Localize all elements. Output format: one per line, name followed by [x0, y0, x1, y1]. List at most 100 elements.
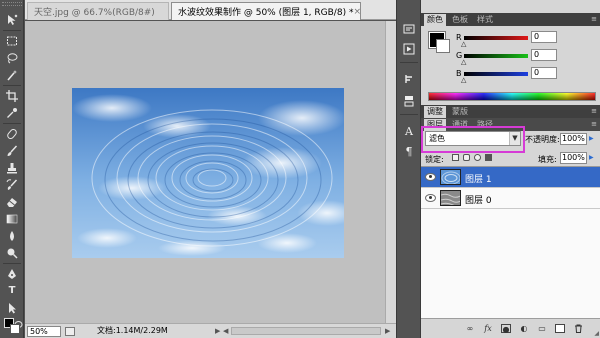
crop-icon[interactable]: [3, 88, 21, 103]
dodge-icon[interactable]: [3, 245, 21, 260]
color-panel-tabs: 颜色 色板 样式 ≡: [421, 13, 600, 26]
panel-dock: A ¶: [396, 0, 421, 338]
document-image[interactable]: [72, 88, 344, 258]
link-layers-icon[interactable]: ∞: [465, 324, 475, 333]
adjustments-tabs: 调整 蒙版 ≡: [421, 105, 600, 118]
new-layer-icon[interactable]: [555, 324, 565, 333]
history-brush-icon[interactable]: [3, 177, 21, 192]
dock-separator: [400, 62, 418, 63]
canvas-area[interactable]: [25, 21, 385, 323]
horizontal-scrollbar[interactable]: [231, 327, 381, 335]
channel-value-r[interactable]: 0: [531, 31, 557, 43]
layer-row-1[interactable]: 图层 1: [421, 167, 600, 188]
lock-position-icon[interactable]: [474, 154, 481, 161]
type-icon[interactable]: T: [3, 283, 21, 298]
gradient-icon[interactable]: [3, 211, 21, 226]
scroll-right-icon[interactable]: ▶: [385, 327, 390, 335]
background-color-swatch[interactable]: [436, 39, 450, 53]
panel-menu-icon[interactable]: ≡: [591, 107, 597, 115]
tab-color[interactable]: 颜色: [424, 14, 446, 26]
character-icon[interactable]: A: [401, 124, 417, 138]
slider-thumb-icon[interactable]: △: [461, 58, 466, 66]
close-icon[interactable]: ×: [353, 7, 361, 17]
actions-play-icon[interactable]: [401, 42, 417, 56]
status-arrow-icon[interactable]: ▶: [215, 327, 220, 335]
eye-icon[interactable]: [425, 194, 436, 202]
history-icon[interactable]: [401, 22, 417, 36]
slider-thumb-icon[interactable]: △: [461, 76, 466, 84]
lock-image-icon[interactable]: [463, 154, 470, 161]
lock-label: 锁定:: [425, 155, 444, 164]
delete-layer-icon[interactable]: [573, 324, 583, 333]
slider-thumb-icon[interactable]: △: [461, 40, 466, 48]
paragraph-icon[interactable]: ¶: [401, 144, 417, 158]
layer-name: 图层 1: [465, 175, 492, 185]
blur-icon[interactable]: [3, 228, 21, 243]
slider-r[interactable]: [464, 36, 528, 40]
lasso-icon[interactable]: [3, 50, 21, 65]
pen-icon[interactable]: [3, 266, 21, 281]
brush-icon[interactable]: [3, 143, 21, 158]
document-info: 文档:1.14M/2.29M: [97, 326, 168, 335]
tool-presets-icon[interactable]: [401, 94, 417, 108]
tool-separator: [3, 263, 21, 264]
lock-transparent-icon[interactable]: [452, 154, 459, 161]
document-tab-bar: 天空.jpg @ 66.7%(RGB/8#) 水波纹效果制作 @ 50% (图层…: [25, 0, 396, 20]
rect-marquee-icon[interactable]: [3, 33, 21, 48]
opacity-label: 不透明度:: [525, 135, 560, 144]
highlight-box: [421, 126, 525, 153]
color-spectrum-bar[interactable]: [428, 92, 596, 101]
move-icon[interactable]: [3, 12, 21, 27]
fill-arrow-icon[interactable]: ▶: [589, 152, 597, 164]
tool-separator: [3, 85, 21, 86]
tab-swatches[interactable]: 色板: [449, 14, 471, 26]
status-menu-icon[interactable]: [65, 327, 75, 336]
opacity-arrow-icon[interactable]: ▶: [589, 133, 597, 145]
panels-column: 颜色 色板 样式 ≡ R △ 0 G △ 0 B △ 0 调整 蒙版 ≡ 图层 …: [421, 0, 600, 338]
navigator-icon[interactable]: [401, 72, 417, 86]
new-group-icon[interactable]: ▭: [537, 324, 547, 333]
tools-panel: T: [0, 0, 24, 338]
clone-stamp-icon[interactable]: [3, 160, 21, 175]
layers-list: 图层 1 图层 0: [421, 166, 600, 318]
tool-separator: [3, 30, 21, 31]
layers-footer: ∞ fx ● ◐ ▭ ◢: [421, 318, 600, 338]
layer-row-0[interactable]: 图层 0: [421, 188, 600, 209]
layer-name: 图层 0: [465, 196, 492, 206]
document-tab-ripple[interactable]: 水波纹效果制作 @ 50% (图层 1, RGB/8) * ×: [171, 2, 361, 20]
background-color-swatch[interactable]: [10, 324, 20, 334]
tab-adjustments[interactable]: 调整: [424, 106, 446, 118]
fill-label: 填充:: [538, 155, 557, 164]
panel-menu-icon[interactable]: ≡: [591, 120, 597, 128]
resize-grip-icon[interactable]: ◢: [594, 330, 599, 337]
opacity-field[interactable]: 100%: [560, 133, 587, 145]
eyedropper-icon[interactable]: [3, 105, 21, 120]
add-mask-icon[interactable]: ●: [501, 324, 511, 334]
scroll-left-icon[interactable]: ◀: [223, 327, 228, 335]
document-tab-sky[interactable]: 天空.jpg @ 66.7%(RGB/8#): [27, 2, 169, 20]
channel-value-b[interactable]: 0: [531, 67, 557, 79]
zoom-field[interactable]: 50%: [27, 326, 61, 337]
magic-wand-icon[interactable]: [3, 67, 21, 82]
lock-all-icon[interactable]: [485, 154, 492, 161]
fx-icon[interactable]: fx: [483, 324, 493, 333]
tools-grip[interactable]: [2, 2, 22, 6]
dock-separator: [400, 114, 418, 115]
vertical-scrollbar[interactable]: [385, 21, 396, 323]
adjustment-layer-icon[interactable]: ◐: [519, 324, 529, 333]
fill-field[interactable]: 100%: [560, 152, 587, 164]
tab-styles[interactable]: 样式: [474, 14, 496, 26]
eraser-icon[interactable]: [3, 194, 21, 209]
tool-separator: [3, 123, 21, 124]
tab-masks[interactable]: 蒙版: [449, 106, 471, 118]
slider-g[interactable]: [464, 54, 528, 58]
path-select-icon[interactable]: [3, 300, 21, 315]
panel-menu-icon[interactable]: ≡: [591, 15, 597, 23]
slider-b[interactable]: [464, 72, 528, 76]
layer-thumbnail: [440, 190, 461, 206]
document-tab-title: 天空.jpg @ 66.7%(RGB/8#): [34, 8, 155, 18]
eye-icon[interactable]: [425, 173, 436, 181]
layer-thumbnail: [440, 169, 461, 185]
healing-brush-icon[interactable]: [3, 126, 21, 141]
channel-value-g[interactable]: 0: [531, 49, 557, 61]
